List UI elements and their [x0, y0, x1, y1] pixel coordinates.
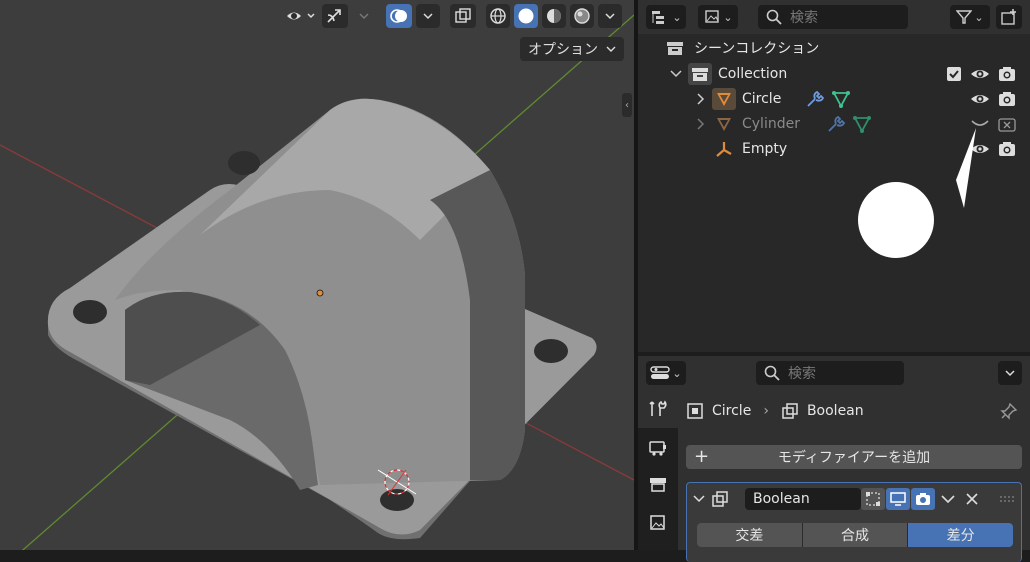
chevron-down-icon [1005, 370, 1015, 377]
edit-mode-icon [866, 492, 880, 506]
chevron-down-icon [605, 13, 615, 20]
modifier-header: Boolean [693, 487, 1015, 511]
3d-viewport[interactable]: オプション ‹ [0, 0, 634, 550]
overlay-toggle[interactable] [386, 4, 412, 28]
search-icon [764, 365, 780, 381]
properties-search-input[interactable]: 検索 [756, 361, 904, 385]
viewport-display-toggle[interactable] [886, 488, 910, 510]
rendered-shading-button[interactable] [570, 4, 594, 28]
tab-physics[interactable] [638, 466, 678, 504]
xray-icon [455, 8, 471, 23]
boolean-modifier-icon [782, 403, 798, 419]
solid-shading-button[interactable] [514, 4, 538, 28]
properties-search-placeholder: 検索 [788, 366, 816, 382]
material-shading-button[interactable] [542, 4, 566, 28]
material-shading-icon [547, 9, 561, 23]
edit-mode-toggle[interactable] [861, 488, 885, 510]
visibility-icon [287, 12, 315, 20]
annotation-callout [858, 128, 976, 258]
physics-icon [650, 478, 666, 492]
sidebar-toggle[interactable]: ‹ [622, 93, 632, 117]
drag-handle-icon[interactable] [999, 494, 1015, 504]
tab-texture[interactable] [638, 504, 678, 542]
boolean-modifier-panel: Boolean 交差 合成 差分 [686, 482, 1022, 562]
outliner-panel: ⌄ ⌄ 検索 ⌄ シーンコレクション Collection Circle Cyl… [638, 0, 1030, 352]
texture-icon [650, 515, 665, 530]
monitor-icon [890, 492, 906, 506]
operation-intersect[interactable]: 交差 [697, 523, 802, 547]
tab-modifiers[interactable] [638, 390, 678, 428]
options-dropdown[interactable]: オプション [520, 37, 624, 61]
breadcrumb-object: Circle [712, 403, 752, 419]
bracket-mesh[interactable] [47, 98, 597, 540]
shading-dropdown[interactable] [598, 4, 622, 28]
overlay-dropdown[interactable] [416, 4, 440, 28]
breadcrumb-separator-icon: › [763, 403, 769, 419]
options-label: オプション [528, 42, 598, 58]
add-modifier-button[interactable]: + モディファイアーを追加 [686, 445, 1022, 469]
plus-icon: + [694, 446, 710, 467]
particles-icon [649, 441, 666, 456]
chevron-left-icon: ‹ [625, 99, 629, 111]
breadcrumb-modifier: Boolean [806, 403, 864, 419]
properties-tabs [638, 390, 678, 550]
wireframe-shading-button[interactable] [486, 4, 510, 28]
modifier-name: Boolean [753, 491, 810, 507]
chevron-down-icon [359, 13, 369, 20]
object-origin-point[interactable] [316, 289, 324, 297]
object-icon [687, 403, 703, 419]
overlay-icon [390, 9, 407, 23]
wrench-icon [649, 400, 667, 416]
breadcrumb: Circle › Boolean [686, 400, 1022, 422]
pin-icon[interactable] [1000, 402, 1018, 420]
properties-editor-icon [650, 366, 671, 379]
operation-difference[interactable]: 差分 [908, 523, 1013, 547]
viewport-scene[interactable] [0, 0, 634, 550]
properties-panel: ⌄ 検索 Circle › Boolean + モディファイアーを追加 Bool… [638, 356, 1030, 562]
visibility-dropdown[interactable] [282, 4, 318, 28]
render-toggle[interactable] [911, 488, 935, 510]
operation-union[interactable]: 合成 [802, 523, 908, 547]
camera-icon [916, 493, 930, 505]
wireframe-shading-icon [490, 8, 506, 24]
gizmo-dropdown[interactable] [352, 4, 376, 28]
add-modifier-label: モディファイアーを追加 [777, 450, 931, 466]
properties-options-dropdown[interactable] [998, 361, 1022, 385]
chevron-down-icon [606, 46, 616, 52]
modifier-properties-content: Circle › Boolean + モディファイアーを追加 Boolean 交… [686, 390, 1022, 562]
chevron-down-icon [423, 13, 433, 20]
chevron-down-icon[interactable] [941, 493, 955, 505]
xray-toggle[interactable] [450, 4, 476, 28]
properties-header: ⌄ 検索 [638, 356, 1030, 390]
boolean-operation-selector: 交差 合成 差分 [697, 523, 1013, 547]
gizmo-icon [327, 9, 341, 23]
viewport-header-toolbar [282, 4, 622, 28]
tab-particles[interactable] [638, 428, 678, 466]
editor-type-dropdown[interactable]: ⌄ [646, 361, 686, 385]
boolean-modifier-icon [712, 491, 728, 507]
collapse-chevron-down-icon[interactable] [693, 493, 705, 505]
close-icon[interactable] [965, 492, 979, 506]
rendered-shading-icon [574, 8, 590, 24]
gizmo-toggle[interactable] [322, 4, 348, 28]
solid-shading-icon [518, 8, 534, 24]
modifier-name-field[interactable]: Boolean [745, 488, 861, 510]
